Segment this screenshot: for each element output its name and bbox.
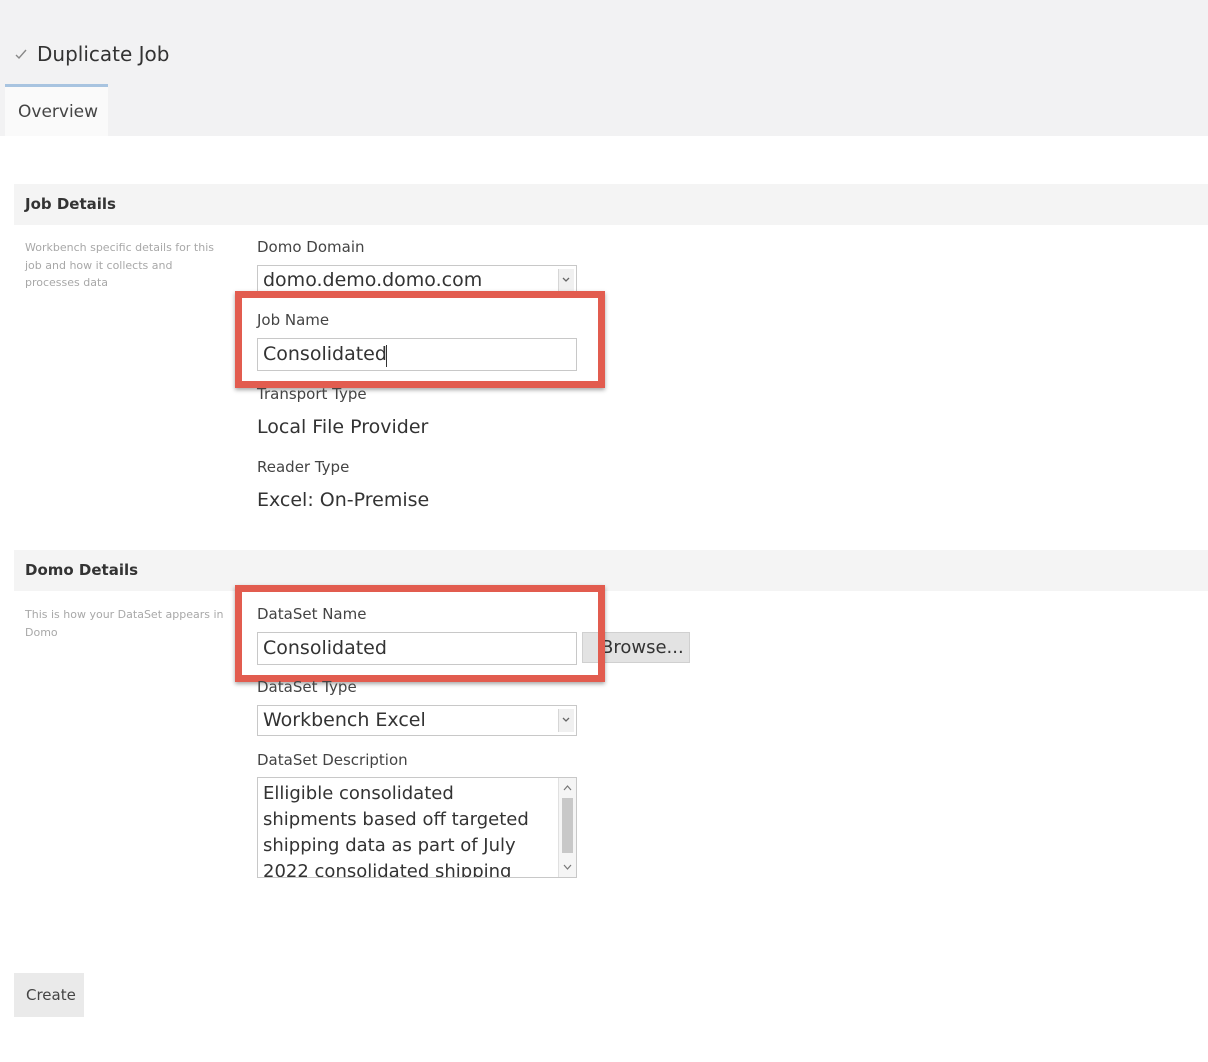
dataset-description-textarea[interactable]: Elligible consolidated shipments based o… (257, 777, 577, 878)
dropdown-button[interactable] (558, 709, 574, 732)
title-row: Duplicate Job (14, 42, 169, 66)
highlight-box-dataset-name (235, 585, 605, 682)
scroll-down-icon[interactable] (562, 861, 573, 873)
create-button[interactable]: Create (14, 973, 84, 1017)
chevron-down-icon (562, 277, 570, 282)
chevron-down-icon (562, 717, 570, 722)
dataset-type-label: DataSet Type (257, 678, 357, 696)
reader-type-value: Excel: On-Premise (257, 489, 430, 511)
browse-label: Browse... (601, 637, 684, 658)
transport-type-value: Local File Provider (257, 416, 429, 438)
check-icon[interactable] (14, 47, 28, 61)
dropdown-button[interactable] (558, 269, 574, 292)
domo-details-description: This is how your DataSet appears in Domo (25, 608, 224, 639)
scroll-up-icon[interactable] (562, 782, 573, 794)
highlight-box-job-name (235, 291, 605, 388)
reader-type-label: Reader Type (257, 458, 350, 476)
job-details-description: Workbench specific details for this job … (25, 241, 214, 289)
tab-overview[interactable]: Overview (5, 84, 108, 136)
transport-type-label: Transport Type (257, 385, 367, 403)
header-bar: Duplicate Job Overview (0, 0, 1208, 136)
domo-domain-value: domo.demo.domo.com (263, 269, 483, 291)
dataset-description-label: DataSet Description (257, 751, 408, 769)
dataset-type-select[interactable]: Workbench Excel (257, 705, 577, 736)
scrollbar-thumb[interactable] (562, 798, 573, 853)
job-details-header: Job Details (14, 184, 1208, 225)
tab-overview-label: Overview (18, 102, 99, 122)
section-title: Job Details (25, 195, 116, 213)
dataset-type-value: Workbench Excel (263, 709, 426, 731)
domo-details-header: Domo Details (14, 550, 1208, 591)
section-title: Domo Details (25, 561, 139, 579)
page-title: Duplicate Job (37, 42, 170, 66)
create-label: Create (26, 986, 76, 1004)
scrollbar[interactable] (558, 778, 576, 877)
domo-domain-label: Domo Domain (257, 238, 365, 256)
dataset-description-value: Elligible consolidated shipments based o… (263, 783, 529, 878)
